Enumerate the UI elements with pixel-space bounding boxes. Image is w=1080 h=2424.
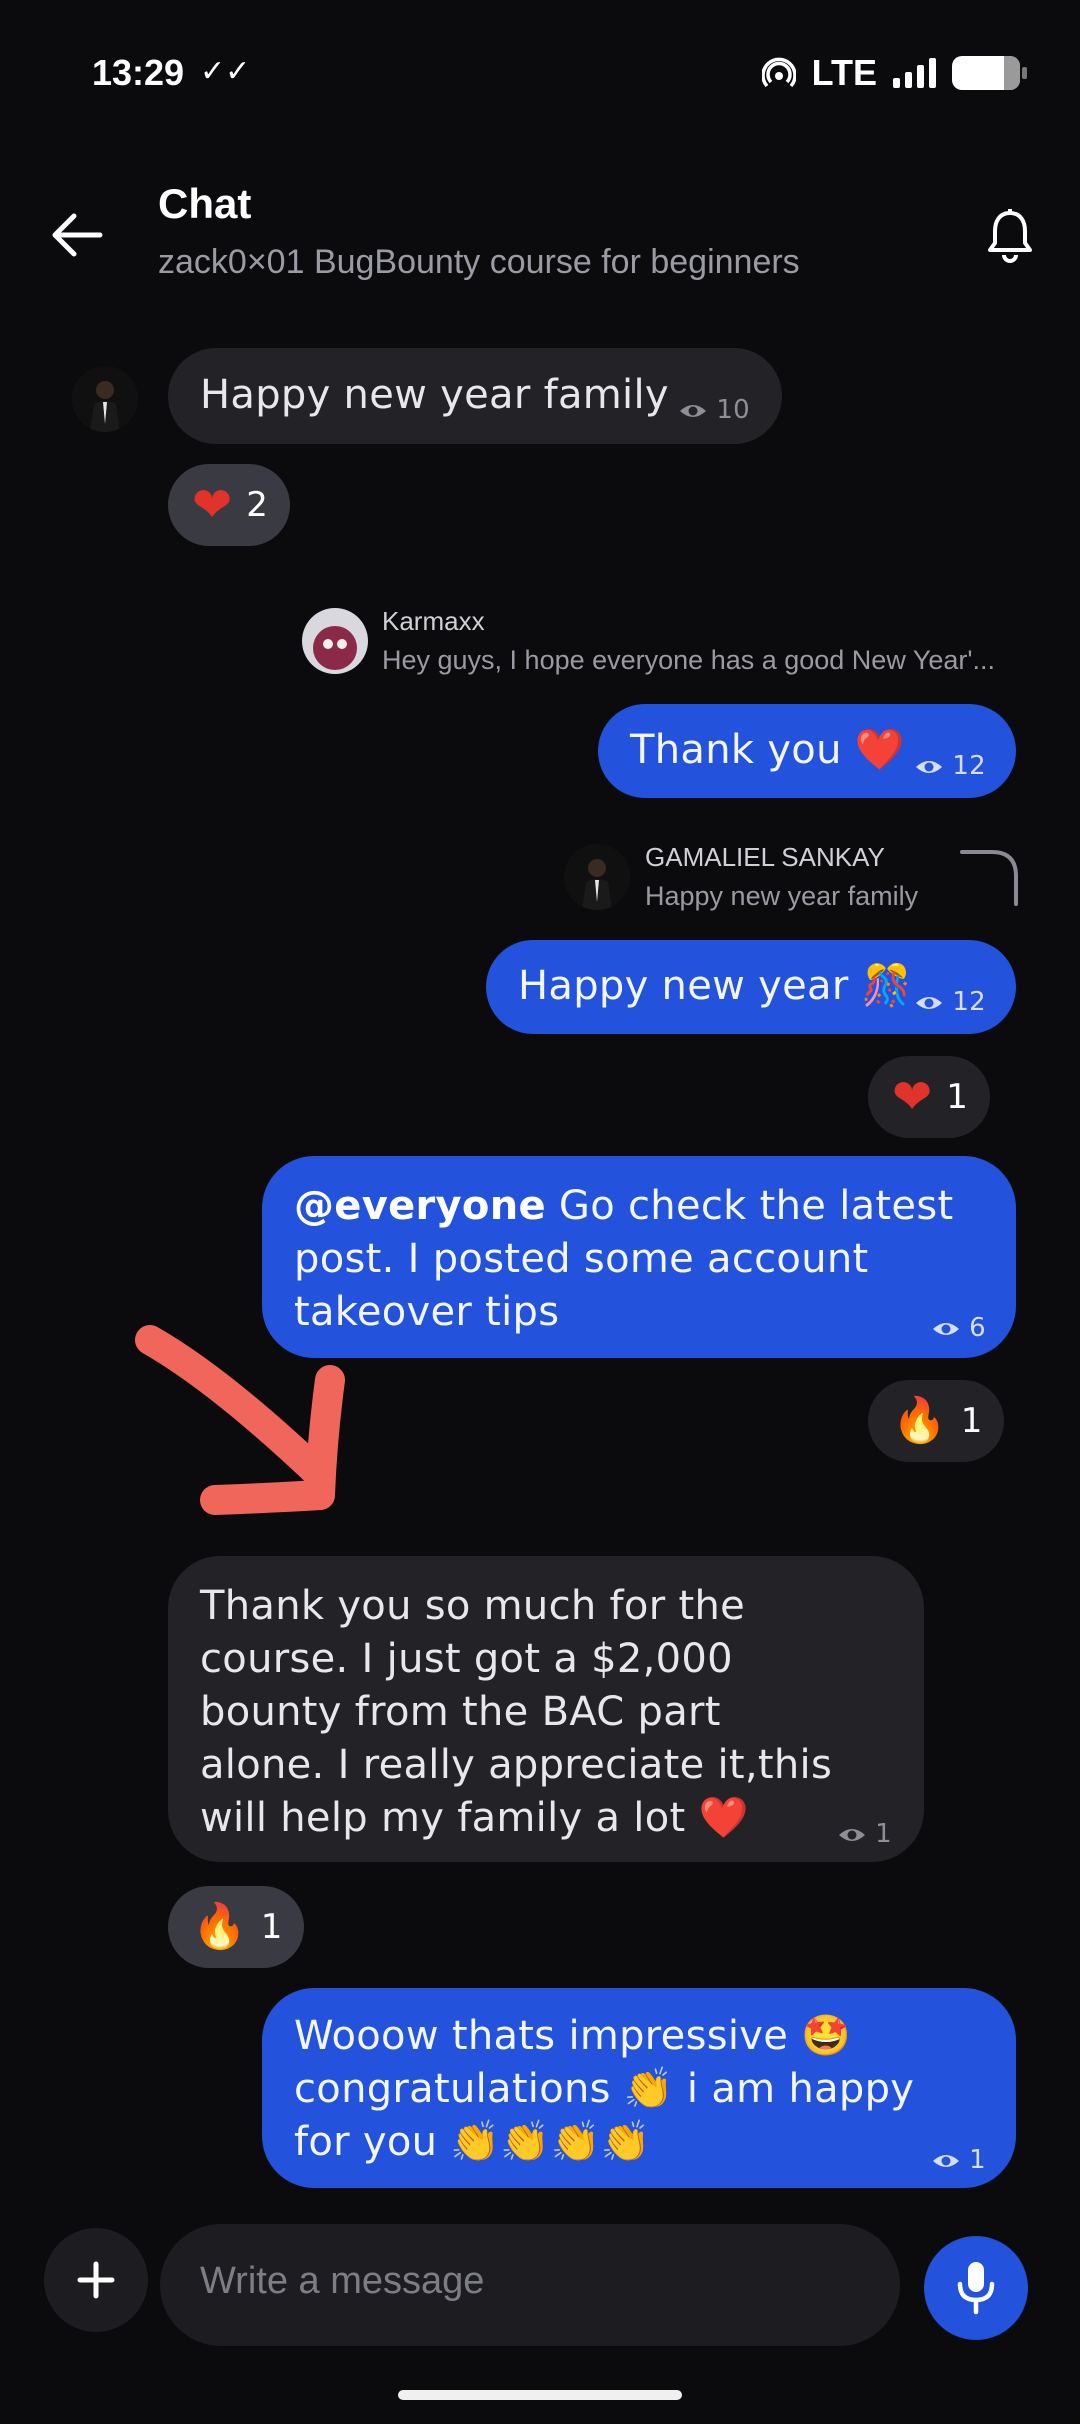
mic-button[interactable] xyxy=(924,2236,1028,2340)
message-text: Happy new year 🎊 xyxy=(518,963,912,1009)
plus-icon xyxy=(77,2261,115,2299)
view-count: 10 xyxy=(678,384,750,437)
back-arrow-icon[interactable] xyxy=(42,200,112,270)
message-input-placeholder: Write a message xyxy=(200,2260,485,2302)
message-text-line: alone. I really appreciate it,this xyxy=(200,1742,833,1788)
message-text-line: Wooow thats impressive 🤩 xyxy=(294,2013,852,2059)
chat-header: Chat zack0×01 BugBounty course for begin… xyxy=(0,160,1080,320)
message-text-line: bounty from the BAC part xyxy=(200,1689,721,1735)
hotspot-icon xyxy=(761,57,796,88)
reply-author: GAMALIEL SANKAY xyxy=(645,842,885,872)
reply-author: Karmaxx xyxy=(382,606,485,636)
message-input[interactable]: Write a message xyxy=(160,2224,900,2346)
clipped-sender-name: ▔▔▔▔▔▔▔▔▔▔ xyxy=(170,300,386,321)
reply-text: Happy new year family xyxy=(645,881,919,911)
mic-icon xyxy=(957,2262,995,2315)
message-bubble[interactable]: Happy new year family 10 xyxy=(168,348,782,444)
view-count: 6 xyxy=(931,1302,986,1355)
message-text-line: congratulations 👏 i am happy xyxy=(294,2066,915,2112)
view-count: 1 xyxy=(931,2134,986,2187)
reaction-chip[interactable]: 🔥 1 xyxy=(168,1886,305,1968)
fire-icon: 🔥 xyxy=(892,1395,947,1446)
check-icon: ✓✓ xyxy=(200,54,251,89)
message-bubble[interactable]: Thank you ❤️ 12 xyxy=(598,704,1016,798)
avatar[interactable] xyxy=(72,366,138,432)
message-bubble[interactable]: Thank you so much for the course. I just… xyxy=(168,1556,924,1862)
avatar[interactable] xyxy=(302,608,368,674)
signal-icon xyxy=(893,58,936,88)
view-count: 1 xyxy=(837,1808,892,1861)
reaction-chip[interactable]: ❤ 1 xyxy=(868,1056,990,1138)
message-bubble[interactable]: @everyone Go check the latest post. I po… xyxy=(262,1156,1016,1358)
message-text-line: will help my family a lot ❤️ xyxy=(200,1795,749,1841)
bell-icon[interactable] xyxy=(980,205,1040,265)
status-time: 13:29 xyxy=(92,52,185,93)
view-count: 12 xyxy=(914,740,986,793)
reply-corner-icon xyxy=(960,850,1018,906)
message-text-line: course. I just got a $2,000 xyxy=(200,1636,733,1682)
reply-preview[interactable]: GAMALIEL SANKAY Happy new year family xyxy=(645,842,918,912)
reaction-chip[interactable]: 🔥 1 xyxy=(868,1380,1005,1462)
network-label: LTE xyxy=(811,52,877,93)
attach-button[interactable] xyxy=(44,2228,148,2332)
message-text-line: Thank you so much for the xyxy=(200,1583,745,1629)
message-text-line: for you 👏👏👏👏 xyxy=(294,2119,651,2165)
mention-everyone[interactable]: @everyone xyxy=(294,1183,546,1229)
home-indicator[interactable] xyxy=(398,2390,682,2400)
message-text: Happy new year family xyxy=(200,372,669,418)
heart-icon: ❤ xyxy=(192,477,233,533)
chat-title: Chat xyxy=(158,180,252,227)
eye-icon xyxy=(680,404,707,417)
message-text: Thank you ❤️ xyxy=(630,727,905,773)
reaction-chip[interactable]: ❤ 2 xyxy=(168,464,290,546)
view-count: 12 xyxy=(914,976,986,1029)
avatar[interactable] xyxy=(564,844,630,910)
eye-icon xyxy=(839,1828,866,1841)
fire-icon: 🔥 xyxy=(192,1901,247,1952)
eye-icon xyxy=(916,996,943,1009)
eye-icon xyxy=(933,1322,960,1335)
message-bubble[interactable]: Wooow thats impressive 🤩 congratulations… xyxy=(262,1988,1016,2188)
status-bar: 13:29 ✓✓ LTE xyxy=(0,0,1080,150)
reply-text: Hey guys, I hope everyone has a good New… xyxy=(382,645,996,675)
eye-icon xyxy=(933,2154,960,2167)
annotation-arrow-icon xyxy=(135,1325,345,1515)
eye-icon xyxy=(916,760,943,773)
chat-subtitle: zack0×01 BugBounty course for beginners xyxy=(158,243,800,281)
heart-icon: ❤ xyxy=(892,1069,933,1125)
battery-icon xyxy=(952,56,1027,90)
message-bubble[interactable]: Happy new year 🎊 12 xyxy=(486,940,1016,1034)
reply-preview[interactable]: Karmaxx Hey guys, I hope everyone has a … xyxy=(382,606,995,676)
